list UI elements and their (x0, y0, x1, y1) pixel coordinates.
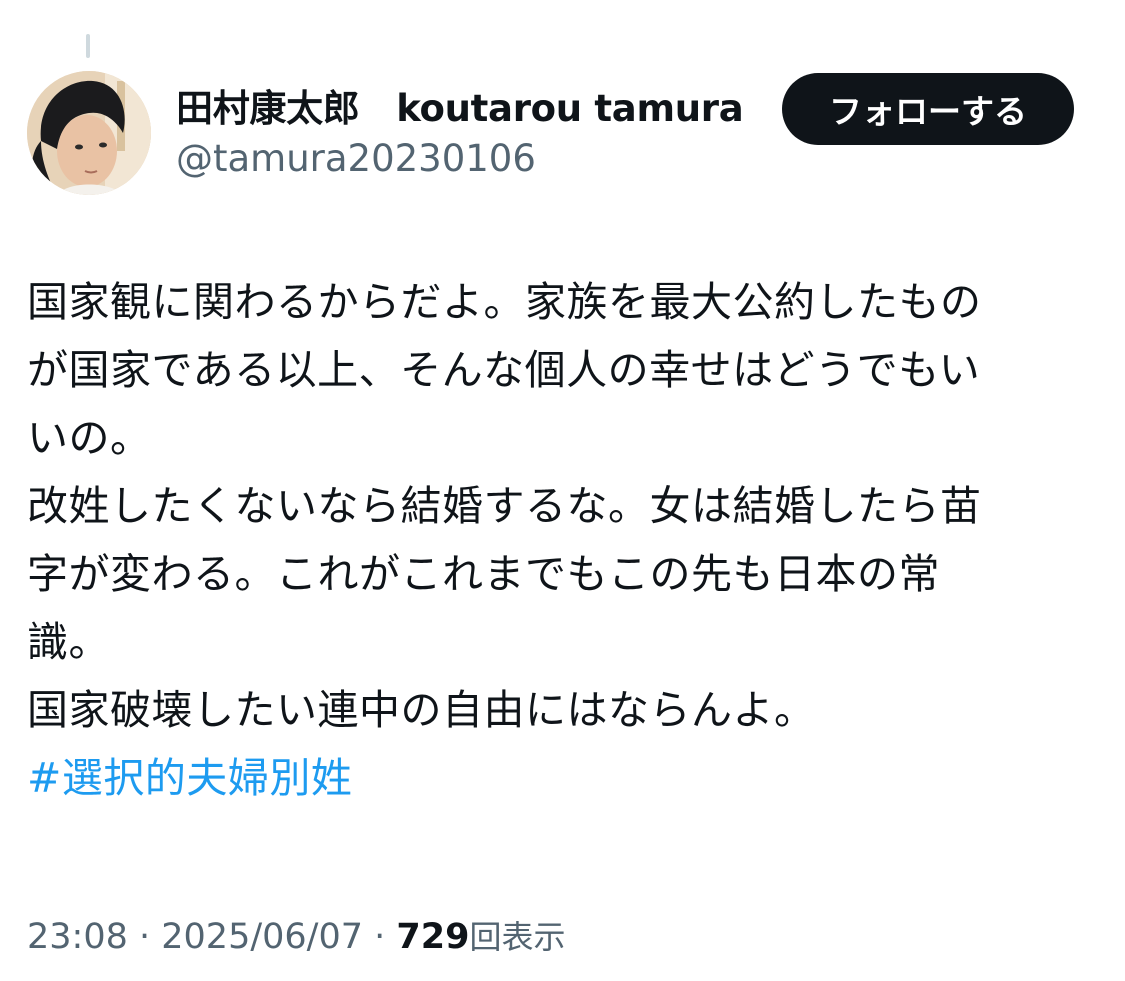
thread-connector-line (86, 34, 90, 58)
author-display-name[interactable]: 田村康太郎 koutarou tamura (176, 84, 744, 134)
hashtag-link[interactable]: #選択的夫婦別姓 (27, 744, 352, 812)
follow-button[interactable]: フォローする (782, 73, 1074, 145)
tweet-text-line: 改姓したくないなら結婚するな。女は結婚したら苗 (27, 482, 982, 530)
meta-separator: · (127, 917, 162, 957)
tweet-time[interactable]: 23:08 (27, 917, 128, 957)
avatar-image (27, 71, 151, 195)
tweet-text-line: が国家である以上、そんな個人の幸せはどうでもい (27, 346, 981, 394)
tweet-text-line: いの。 (27, 414, 152, 462)
tweet-text-line: 字が変わる。これがこれまでもこの先も日本の常 (27, 550, 940, 598)
tweet-date[interactable]: 2025/06/07 (161, 917, 363, 957)
tweet-text-line: 国家破壊したい連中の自由にはならんよ。 (27, 686, 816, 734)
tweet-text: 国家観に関わるからだよ。家族を最大公約したもの が国家である以上、そんな個人の幸… (27, 268, 1087, 812)
tweet-text-line: 国家観に関わるからだよ。家族を最大公約したもの (27, 278, 982, 326)
views-count[interactable]: 729 (396, 917, 469, 957)
views-label: 回表示 (469, 918, 566, 956)
tweet-meta: 23:08 · 2025/06/07 · 729回表示 (27, 910, 565, 964)
tweet-text-line: 識。 (27, 618, 110, 666)
meta-separator: · (363, 917, 397, 957)
avatar[interactable] (27, 71, 151, 195)
author-handle[interactable]: @tamura20230106 (176, 134, 536, 184)
